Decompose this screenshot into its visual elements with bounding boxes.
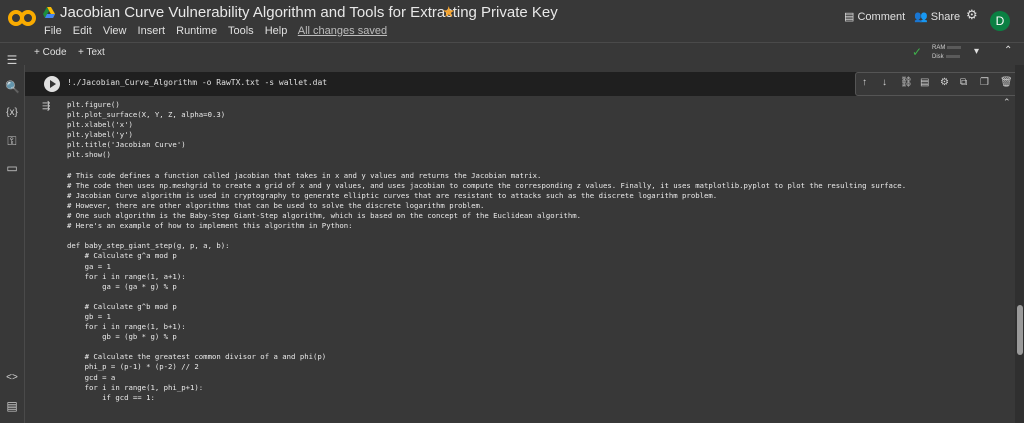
share-button[interactable]: 👥 Share: [914, 10, 960, 23]
colab-logo[interactable]: [8, 9, 36, 27]
key-icon[interactable]: ⚿: [5, 134, 19, 148]
command-palette-icon[interactable]: ▤: [5, 399, 19, 413]
chevron-down-icon[interactable]: ▾: [974, 46, 979, 57]
copy-icon[interactable]: ❐: [980, 77, 989, 88]
comment-icon: ▤: [844, 11, 855, 23]
output-line: # One such algorithm is the Baby-Step Gi…: [67, 211, 581, 221]
output-line: gb = (gb * g) % p: [67, 332, 177, 342]
ram-label: RAM: [932, 45, 946, 51]
output-line: # However, there are other algorithms th…: [67, 200, 485, 210]
delete-icon[interactable]: 🗑: [1000, 77, 1013, 88]
menu-edit[interactable]: Edit: [73, 25, 92, 37]
output-line: gcd = a: [67, 372, 116, 382]
notebook-cell-area: ✓ !./Jacobian_Curve_Algorithm -o RawTX.t…: [25, 65, 1024, 423]
output-line: # This code defines a function called ja…: [67, 170, 542, 180]
output-line: plt.show(): [67, 150, 111, 160]
output-line: ga = 1: [67, 261, 111, 271]
drive-icon: [43, 7, 55, 18]
gear-icon[interactable]: ⚙: [966, 7, 978, 23]
variables-icon[interactable]: {x}: [5, 107, 19, 121]
output-line: # Calculate g^a mod p: [67, 251, 177, 261]
resource-monitor[interactable]: RAM Disk: [932, 44, 962, 62]
output-line: # Here's an example of how to implement …: [67, 221, 353, 231]
scrollbar-track[interactable]: [1015, 65, 1024, 423]
left-sidebar: ☰ 🔍 {x} ⚿ ▭ <> ▤: [0, 53, 25, 423]
top-bar: Jacobian Curve Vulnerability Algorithm a…: [0, 0, 1024, 42]
notebook-title[interactable]: Jacobian Curve Vulnerability Algorithm a…: [60, 4, 558, 21]
output-line: def baby_step_giant_step(g, p, a, b):: [67, 241, 230, 251]
folder-icon[interactable]: ▭: [5, 161, 19, 175]
output-line: plt.ylabel('y'): [67, 130, 133, 140]
move-up-icon[interactable]: ↑: [862, 77, 867, 88]
save-status[interactable]: All changes saved: [298, 25, 387, 37]
comment-cell-icon[interactable]: ▤: [920, 77, 929, 88]
cell-toolbar: ↑ ↓ ⛓ ▤ ⚙ ⧉ ❐ 🗑 ⋮: [855, 72, 1024, 96]
collapse-icon[interactable]: ⌃: [1004, 45, 1012, 56]
move-down-icon[interactable]: ↓: [882, 77, 887, 88]
menu-insert[interactable]: Insert: [138, 25, 166, 37]
check-icon: ✓: [912, 45, 923, 59]
ram-bar: [947, 45, 962, 49]
star-icon[interactable]: ★: [442, 3, 455, 21]
output-line: plt.figure(): [67, 100, 120, 109]
scrollbar-thumb[interactable]: [1017, 305, 1023, 355]
run-cell-button[interactable]: [44, 76, 60, 92]
disk-label: Disk: [932, 54, 944, 60]
menu-help[interactable]: Help: [265, 25, 288, 37]
chevron-up-icon[interactable]: ⌃: [1003, 97, 1011, 108]
output-line: plt.xlabel('x'): [67, 120, 133, 130]
output-line: if gcd == 1:: [67, 392, 155, 402]
add-text-button[interactable]: + Text: [78, 47, 105, 58]
output-line: phi_p = (p-1) * (p-2) // 2: [67, 362, 199, 372]
people-icon: 👥: [914, 11, 928, 23]
disk-bar: [945, 54, 960, 58]
cell-command[interactable]: !./Jacobian_Curve_Algorithm -o RawTX.txt…: [67, 78, 327, 87]
output-line: ga = (ga * g) % p: [67, 281, 177, 291]
output-line: for i in range(1, b+1):: [67, 322, 186, 332]
link-icon[interactable]: ⛓: [900, 77, 913, 88]
output-line: plt.title('Jacobian Curve'): [67, 140, 186, 150]
search-icon[interactable]: 🔍: [5, 80, 20, 94]
code-cell-header[interactable]: !./Jacobian_Curve_Algorithm -o RawTX.txt…: [25, 72, 1024, 96]
share-label: Share: [930, 11, 961, 23]
comment-button[interactable]: ▤ Comment: [844, 10, 905, 23]
menu-tools[interactable]: Tools: [228, 25, 254, 37]
menu-view[interactable]: View: [103, 25, 127, 37]
add-code-button[interactable]: + Code: [34, 47, 67, 58]
output-line: plt.plot_surface(X, Y, Z, alpha=0.3): [67, 110, 226, 120]
toc-icon[interactable]: ☰: [5, 53, 19, 67]
avatar[interactable]: D: [990, 11, 1010, 31]
cell-settings-icon[interactable]: ⚙: [940, 77, 949, 88]
notebook-toolbar: + Code + Text ✓ RAM Disk ▾ ⌃: [0, 42, 1024, 66]
output-icon[interactable]: ⇶: [42, 101, 56, 113]
mirror-cell-icon[interactable]: ⧉: [960, 77, 967, 88]
comment-label: Comment: [857, 11, 906, 23]
menu-file[interactable]: File: [44, 25, 62, 37]
output-line: for i in range(1, a+1):: [67, 271, 186, 281]
output-line: # Jacobian Curve algorithm is used in cr…: [67, 190, 718, 200]
output-line: # Calculate g^b mod p: [67, 301, 177, 311]
menu-runtime[interactable]: Runtime: [176, 25, 217, 37]
output-line: # Calculate the greatest common divisor …: [67, 352, 327, 362]
cell-output: plt.figure() plt.plot_surface(X, Y, Z, al…: [67, 100, 906, 403]
output-line: # The code then uses np.meshgrid to crea…: [67, 180, 907, 190]
code-snippets-icon[interactable]: <>: [5, 372, 19, 386]
menu-bar: File Edit View Insert Runtime Tools Help…: [44, 25, 395, 37]
output-line: gb = 1: [67, 311, 111, 321]
output-line: for i in range(1, phi_p+1):: [67, 382, 204, 392]
